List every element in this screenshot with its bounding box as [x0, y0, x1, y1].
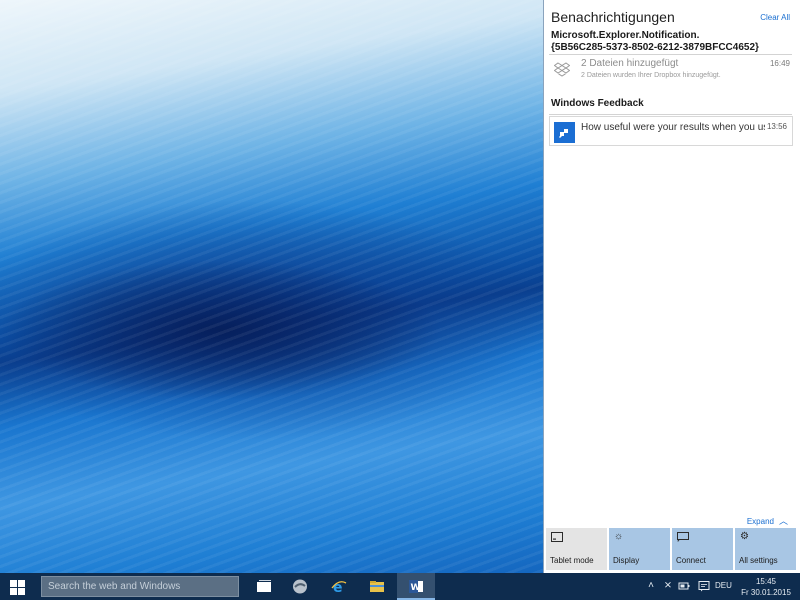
- expand-label: Expand: [746, 517, 774, 526]
- taskbar: Search the web and Windows e W ˄ ⨯ DEU 1…: [0, 573, 800, 600]
- taskbar-app-button[interactable]: [281, 573, 319, 600]
- connect-icon: [677, 532, 689, 542]
- windows-logo-icon: [10, 580, 25, 595]
- folder-icon: [370, 581, 384, 592]
- tablet-icon: [551, 532, 563, 542]
- notification-time: 16:49: [769, 59, 790, 68]
- action-center-icon[interactable]: [698, 580, 710, 592]
- desktop-wallpaper: [0, 0, 543, 573]
- notification-group-title: Windows Feedback: [551, 98, 644, 109]
- expand-button[interactable]: Expand ︿: [747, 514, 788, 527]
- battery-icon[interactable]: [678, 580, 690, 592]
- clock-time: 15:45: [755, 577, 777, 586]
- notification-group-title: Microsoft.Explorer.Notification. {5B56C2…: [551, 30, 759, 53]
- app-icon: [293, 579, 307, 594]
- quick-action-connect[interactable]: Connect: [672, 528, 733, 570]
- notification-body: 2 Dateien wurden Ihrer Dropbox hinzugefü…: [581, 72, 721, 79]
- quick-action-label: Tablet mode: [550, 556, 594, 565]
- search-placeholder: Search the web and Windows: [48, 581, 181, 592]
- quick-actions: Tablet mode ☼ Display Connect ⚙ All sett…: [546, 528, 799, 570]
- quick-action-label: All settings: [739, 556, 778, 565]
- group-separator: [549, 54, 792, 55]
- quick-action-tablet-mode[interactable]: Tablet mode: [546, 528, 607, 570]
- clear-all-link[interactable]: Clear All: [760, 13, 790, 22]
- chevron-up-icon: ︿: [778, 516, 788, 526]
- internet-explorer-button[interactable]: e: [320, 573, 358, 600]
- word-icon: W: [409, 580, 423, 593]
- word-button[interactable]: W: [397, 573, 435, 600]
- network-icon[interactable]: ⨯: [662, 580, 674, 592]
- dropbox-icon: [553, 61, 571, 77]
- internet-explorer-icon: e: [331, 580, 347, 594]
- language-indicator[interactable]: DEU: [715, 581, 732, 590]
- gear-icon: ⚙: [740, 531, 749, 542]
- notification-time: 13:56: [766, 122, 787, 131]
- task-view-icon: [257, 580, 271, 592]
- clock[interactable]: 15:45 Fr 30.01.2015: [738, 576, 794, 598]
- quick-action-all-settings[interactable]: ⚙ All settings: [735, 528, 796, 570]
- start-button[interactable]: [0, 573, 34, 600]
- clock-date: Fr 30.01.2015: [741, 588, 791, 597]
- svg-text:W: W: [411, 583, 421, 593]
- chevron-up-icon[interactable]: ˄: [645, 580, 657, 592]
- group-separator: [549, 114, 792, 115]
- search-box[interactable]: Search the web and Windows: [41, 576, 239, 597]
- notification-title: How useful were your results when you us: [581, 122, 765, 133]
- action-center-panel: Benachrichtigungen Clear All Microsoft.E…: [543, 0, 800, 573]
- quick-action-display[interactable]: ☼ Display: [609, 528, 670, 570]
- sun-icon: ☼: [614, 531, 624, 542]
- action-center-title: Benachrichtigungen: [551, 9, 675, 25]
- notification-title: 2 Dateien hinzugefügt: [581, 58, 679, 69]
- quick-action-label: Connect: [676, 556, 706, 565]
- file-explorer-button[interactable]: [358, 573, 396, 600]
- notification-item[interactable]: How useful were your results when you us…: [549, 116, 793, 146]
- feedback-icon: [554, 122, 575, 143]
- task-view-button[interactable]: [245, 573, 283, 600]
- quick-action-label: Display: [613, 556, 640, 565]
